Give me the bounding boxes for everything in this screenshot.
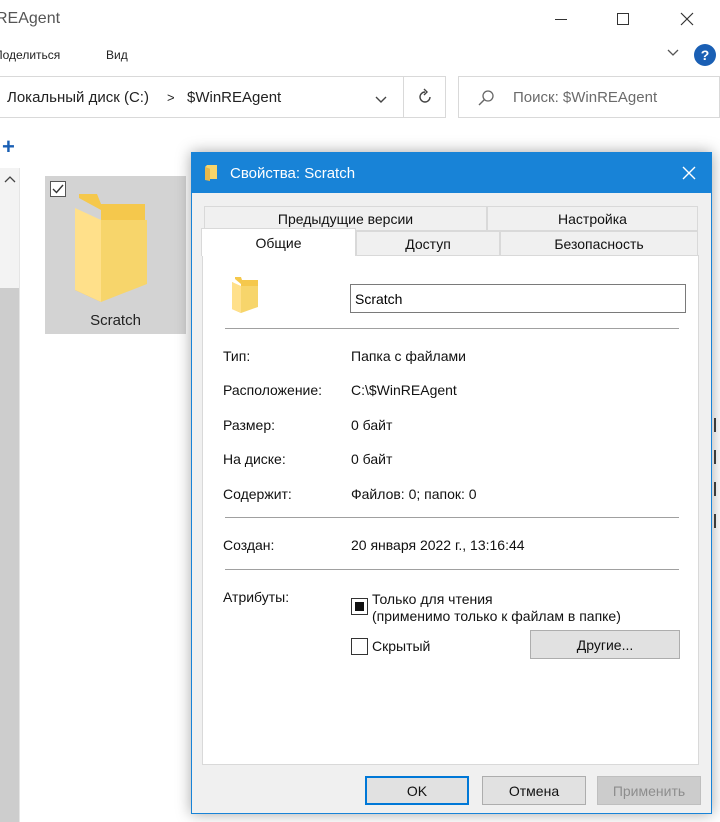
close-icon (680, 12, 694, 26)
ribbon-tab-share[interactable]: Поделиться (0, 48, 60, 62)
indeterminate-mark (355, 602, 364, 611)
dialog-title-bar[interactable]: Свойства: Scratch (192, 153, 711, 193)
chevron-down-icon[interactable] (666, 46, 680, 60)
content-scrollbar[interactable] (714, 400, 718, 600)
ribbon-tab-view[interactable]: Вид (106, 48, 128, 62)
readonly-checkbox[interactable] (351, 598, 368, 615)
folder-icon (75, 194, 147, 302)
window-title: REAgent (0, 10, 61, 27)
size-on-disk-label: На диске: (223, 451, 286, 467)
hidden-label: Скрытый (372, 638, 431, 654)
search-placeholder: Поиск: $WinREAgent (513, 89, 658, 106)
plus-icon[interactable]: + (2, 136, 15, 158)
breadcrumb-drive[interactable]: Локальный диск (C:) (7, 89, 149, 106)
dialog-close-button[interactable] (668, 153, 710, 193)
divider (225, 569, 679, 570)
advanced-attributes-button[interactable]: Другие... (530, 630, 680, 659)
properties-dialog: Свойства: Scratch Предыдущие версии Наст… (191, 152, 712, 814)
type-label: Тип: (223, 348, 251, 364)
maximize-icon (617, 13, 629, 25)
minimize-button[interactable] (538, 0, 584, 38)
location-value: C:\$WinREAgent (351, 382, 457, 398)
attributes-label: Атрибуты: (223, 589, 290, 605)
address-bar[interactable]: Локальный диск (C:) > $WinREAgent (0, 76, 404, 118)
ribbon: Поделиться Вид (0, 38, 720, 72)
window-close-button[interactable] (664, 0, 710, 38)
refresh-button[interactable] (404, 76, 446, 118)
created-value: 20 января 2022 г., 13:16:44 (351, 537, 525, 553)
readonly-label: Только для чтения (372, 591, 493, 607)
item-checkbox[interactable] (50, 181, 66, 197)
created-label: Создан: (223, 537, 275, 553)
tab-settings[interactable]: Настройка (487, 206, 698, 231)
size-on-disk-value: 0 байт (351, 451, 393, 467)
location-label: Расположение: (223, 382, 323, 398)
close-icon (682, 166, 696, 180)
refresh-icon (418, 88, 431, 103)
size-value: 0 байт (351, 417, 393, 433)
contains-label: Содержит: (223, 486, 292, 502)
folder-icon (205, 165, 217, 181)
dialog-title: Свойства: Scratch (230, 165, 356, 182)
chevron-down-icon[interactable] (373, 91, 389, 107)
minimize-icon (555, 18, 567, 20)
folder-icon (232, 277, 258, 313)
checkmark-icon (52, 184, 64, 194)
maximize-button[interactable] (600, 0, 646, 38)
type-value: Папка с файлами (351, 348, 466, 364)
search-icon (478, 90, 494, 106)
apply-button[interactable]: Применить (597, 776, 701, 805)
breadcrumb-separator[interactable]: > (167, 90, 175, 105)
explorer-title-bar: REAgent (0, 0, 720, 38)
tab-general[interactable]: Общие (201, 228, 356, 256)
tab-access[interactable]: Доступ (356, 231, 500, 256)
folder-item[interactable]: Scratch (45, 176, 186, 334)
hidden-checkbox[interactable] (351, 638, 368, 655)
ok-button[interactable]: OK (365, 776, 469, 805)
navigation-scrollbar[interactable] (0, 288, 19, 822)
divider (225, 328, 679, 329)
readonly-note: (применимо только к файлам в папке) (372, 608, 621, 624)
help-icon[interactable]: ? (694, 44, 716, 66)
chevron-up-icon[interactable] (4, 174, 16, 184)
cancel-button[interactable]: Отмена (482, 776, 586, 805)
size-label: Размер: (223, 417, 276, 433)
folder-name-field[interactable] (350, 284, 686, 313)
breadcrumb-folder[interactable]: $WinREAgent (187, 89, 281, 106)
navigation-pane (0, 168, 20, 822)
search-input[interactable]: Поиск: $WinREAgent (458, 76, 720, 118)
divider (225, 517, 679, 518)
folder-name: Scratch (90, 312, 141, 329)
general-tab-panel: Тип: Папка с файлами Расположение: C:\$W… (202, 255, 699, 765)
contains-value: Файлов: 0; папок: 0 (351, 486, 477, 502)
tab-security[interactable]: Безопасность (500, 231, 698, 256)
